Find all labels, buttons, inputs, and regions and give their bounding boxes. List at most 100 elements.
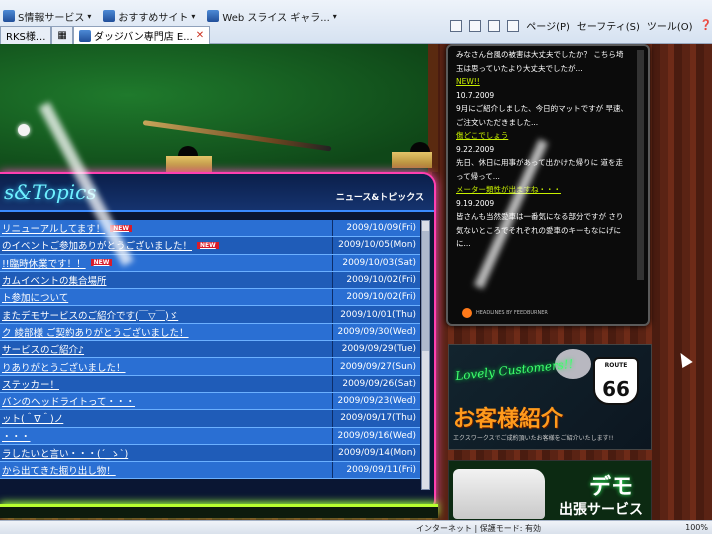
blog-entry-text: 先日、休日に用事があって出かけた帰りに 道を走	[456, 158, 624, 167]
safety-menu[interactable]: セーフティ(S)	[577, 18, 640, 33]
news-item-title-text: のイベントご参加ありがとうございました！	[2, 241, 193, 253]
news-item-date: 2009/09/17(Thu)	[332, 410, 420, 427]
favorite-label: Web スライス ギャラ...	[222, 12, 330, 24]
news-item-title[interactable]: ット(＾∇＾)ノ	[0, 410, 332, 426]
cue-ball	[18, 124, 30, 136]
news-item-date: 2009/09/23(Wed)	[332, 392, 420, 410]
print-icon[interactable]	[507, 19, 520, 32]
news-item-title[interactable]: りありがとうございました！	[0, 358, 332, 374]
news-item-title-text: から出てきた掘り出し物！	[2, 466, 116, 478]
news-header: s&Topics ニュース&トピックス	[0, 174, 434, 212]
news-row[interactable]: のイベントご参加ありがとうございました！ NEW 2009/10/05(Mon)	[0, 237, 420, 255]
blog-entry-date: 9.19.2009	[456, 198, 495, 208]
news-row[interactable]: リニューアルしてます！ NEW 2009/10/09(Fri)	[0, 220, 420, 238]
home-icon[interactable]	[450, 19, 463, 32]
web-page: s&Topics ニュース&トピックス リニューアルしてます！ NEW 2009/1…	[0, 44, 712, 520]
tab-rks[interactable]: RKS様...	[0, 26, 52, 44]
mail-icon[interactable]	[488, 19, 501, 32]
rss-icon[interactable]	[469, 19, 482, 32]
blog-entry-title[interactable]: NEW!!	[456, 75, 640, 89]
news-item-title-text: リニューアルしてます！	[2, 224, 106, 236]
blog-entry-title[interactable]: メーター類性が出ますね・・・	[456, 183, 640, 197]
blog-feed-body: みなさん台風の被害は大丈夫でしたか？ こちら埼 玉は思っていたより大丈夫でしたが.…	[448, 46, 648, 253]
news-row[interactable]: りありがとうございました！ 2009/09/27(Sun)	[0, 358, 420, 376]
news-row[interactable]: ク 綾部様 ご契約ありがとうございました！ 2009/09/30(Wed)	[0, 323, 420, 342]
news-row[interactable]: ト参加について 2009/10/02(Fri)	[0, 289, 420, 307]
news-item-title-text: ・・・	[2, 431, 31, 443]
blog-entry-title[interactable]: 傷どこでしょう	[456, 129, 640, 143]
blog-entry-date: 9.22.2009	[456, 144, 495, 154]
command-bar: ページ(P) セーフティ(S) ツール(O) ❓	[450, 18, 712, 33]
tab-label: RKS様...	[6, 32, 46, 43]
news-panel: s&Topics ニュース&トピックス リニューアルしてます！ NEW 2009/1…	[0, 172, 436, 510]
page-menu[interactable]: ページ(P)	[526, 18, 570, 33]
news-row[interactable]: サービスのご紹介♪ 2009/09/29(Tue)	[0, 341, 420, 359]
demo-service-banner[interactable]: デモ 出張サービス	[448, 460, 652, 520]
blog-entry-text: 9月にご紹介しました、今日的マットですが 早速、	[456, 104, 629, 113]
customers-subtitle: エクスワークスでご成約頂いたお客様をご紹介いたします!!	[453, 435, 614, 442]
blog-entry-text: みなさん台風の被害は大丈夫でしたか？ こちら埼	[456, 50, 624, 59]
news-row[interactable]: から出てきた掘り出し物！ 2009/09/11(Fri)	[0, 462, 420, 480]
feedburner-icon	[462, 308, 472, 318]
tools-menu[interactable]: ツール(O)	[647, 18, 693, 33]
news-row[interactable]: カムイベントの集合場所 2009/10/02(Fri)	[0, 271, 420, 290]
favorite-link[interactable]: Web スライス ギャラ... ▾	[204, 6, 339, 26]
blog-entry-text: 玉は思っていたより大丈夫でしたが...	[456, 63, 583, 73]
page-icon	[78, 29, 91, 42]
web-slice-icon	[207, 10, 220, 22]
scrollbar-thumb[interactable]	[422, 231, 429, 351]
demo-title: デモ	[589, 475, 634, 500]
favorite-label: S情報サービス	[18, 12, 85, 24]
news-item-date: 2009/10/02(Fri)	[332, 289, 420, 306]
news-item-title[interactable]: ト参加について	[0, 289, 332, 305]
chevron-down-icon: ▾	[332, 11, 337, 21]
news-item-title[interactable]: リニューアルしてます！ NEW	[0, 220, 332, 236]
news-item-title[interactable]: ・・・	[0, 428, 332, 444]
news-item-title[interactable]: ステッカー！	[0, 376, 332, 392]
favorite-link[interactable]: S情報サービス ▾	[0, 6, 94, 26]
new-badge: NEW	[90, 259, 113, 267]
news-item-title-text: !!臨時休業です！！	[2, 258, 86, 270]
news-item-title[interactable]: バンのヘッドライトって・・・	[0, 393, 332, 409]
customers-banner[interactable]: ROUTE 66 Lovely Customers!! お客様紹介 エクスワーク…	[448, 344, 652, 450]
scrollbar[interactable]	[421, 220, 430, 490]
news-row[interactable]: ・・・ 2009/09/16(Wed)	[0, 427, 420, 445]
news-row[interactable]: ラしたいと言い・・・(´_ゝ`) 2009/09/14(Mon)	[0, 444, 420, 463]
news-row[interactable]: またデモサービスのご紹介です(￣▽￣)ゞ 2009/10/01(Thu)	[0, 306, 420, 324]
news-item-title[interactable]: サービスのご紹介♪	[0, 341, 332, 357]
news-item-date: 2009/09/26(Sat)	[332, 375, 420, 392]
customers-title: お客様紹介	[453, 407, 564, 432]
news-item-date: 2009/10/02(Fri)	[332, 271, 420, 289]
news-item-title[interactable]: またデモサービスのご紹介です(￣▽￣)ゞ	[0, 306, 332, 322]
news-item-title[interactable]: のイベントご参加ありがとうございました！ NEW	[0, 237, 332, 253]
favorite-label: おすすめサイト	[118, 12, 189, 24]
news-item-title[interactable]: カムイベントの集合場所	[0, 272, 332, 288]
tab-quick-tabs[interactable]: ▦	[51, 26, 73, 44]
news-heading: ニュース&トピックス	[335, 193, 424, 203]
news-item-date: 2009/09/27(Sun)	[332, 358, 420, 375]
rail-plate	[392, 152, 432, 168]
close-icon[interactable]: ✕	[196, 30, 204, 41]
news-item-title[interactable]: ラしたいと言い・・・(´_ゝ`)	[0, 445, 332, 461]
news-item-title[interactable]: から出てきた掘り出し物！	[0, 462, 332, 478]
browser-toolbar: S情報サービス ▾ おすすめサイト ▾ Web スライス ギャラ... ▾ RK…	[0, 0, 712, 44]
news-item-date: 2009/09/11(Fri)	[332, 462, 420, 479]
help-icon[interactable]: ❓	[700, 20, 712, 31]
favorites-bar: S情報サービス ▾ おすすめサイト ▾ Web スライス ギャラ... ▾	[0, 6, 340, 26]
rail-plate	[166, 156, 212, 172]
news-item-title-text: ラしたいと言い・・・(´_ゝ`)	[2, 449, 129, 460]
feed-footer[interactable]: HEADLINES BY FEEDBURNER	[462, 308, 548, 318]
news-row[interactable]: ステッカー！ 2009/09/26(Sat)	[0, 375, 420, 393]
van-image	[453, 469, 545, 519]
favorite-link[interactable]: おすすめサイト ▾	[100, 6, 198, 26]
tab-dodge-van[interactable]: ダッジバン専門店 E... ✕	[72, 26, 211, 44]
scrollbar[interactable]	[637, 50, 644, 280]
news-row[interactable]: ット(＾∇＾)ノ 2009/09/17(Thu)	[0, 410, 420, 428]
zoom-level[interactable]: 100%	[685, 523, 708, 532]
news-row[interactable]: !!臨時休業です！！ NEW 2009/10/03(Sat)	[0, 254, 420, 272]
news-row[interactable]: バンのヘッドライトって・・・ 2009/09/23(Wed)	[0, 392, 420, 411]
news-item-title[interactable]: !!臨時休業です！！ NEW	[0, 255, 332, 271]
news-item-date: 2009/10/01(Thu)	[332, 306, 420, 323]
news-item-date: 2009/10/09(Fri)	[332, 220, 420, 237]
news-item-title[interactable]: ク 綾部様 ご契約ありがとうございました！	[0, 324, 332, 340]
